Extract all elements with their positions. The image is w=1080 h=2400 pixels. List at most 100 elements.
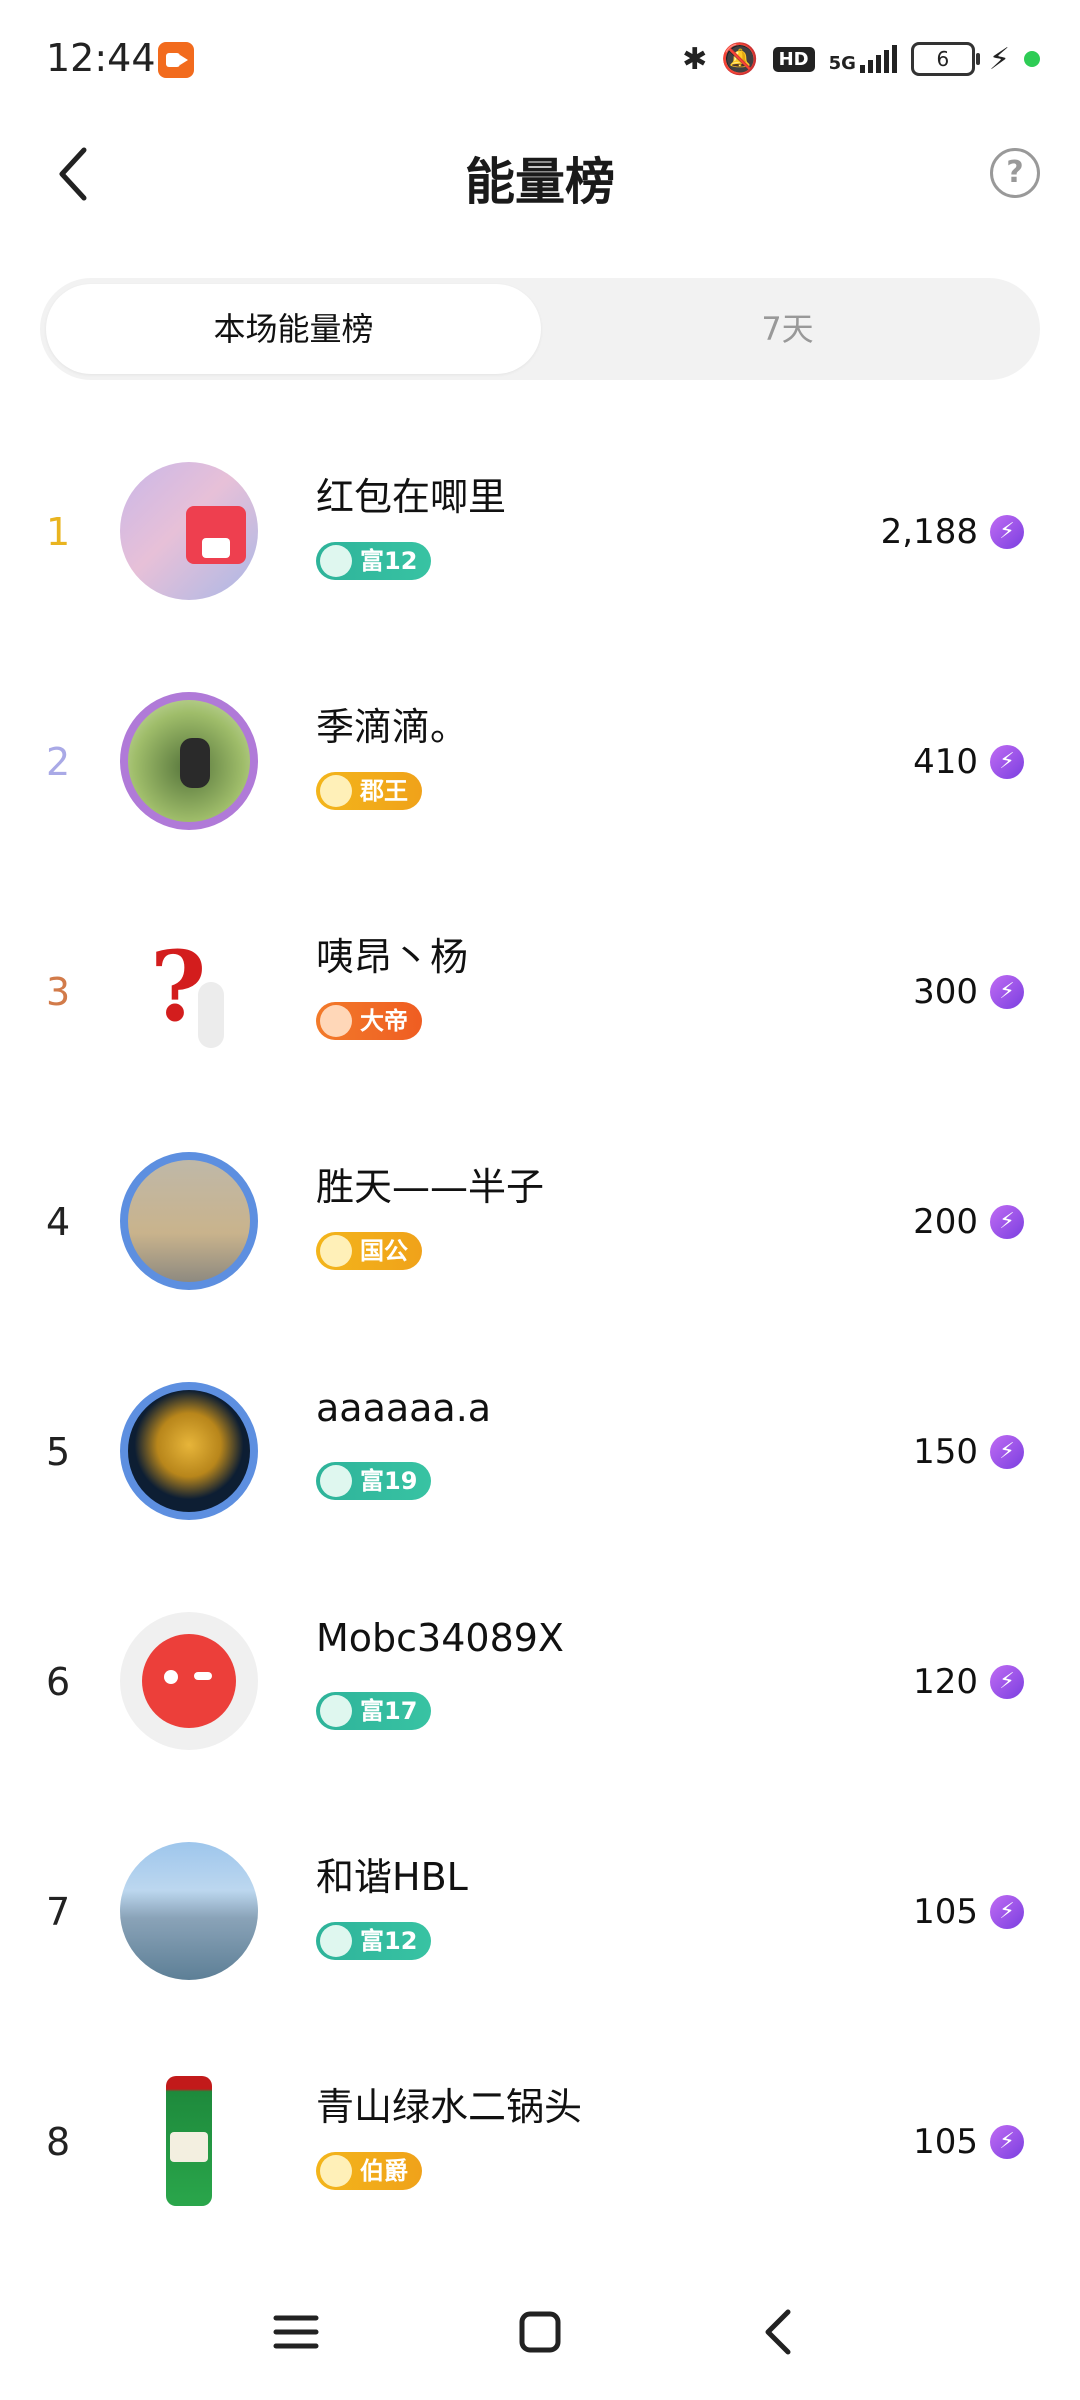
status-icons: ✱ 🔕 HD 5G 6 ⚡ xyxy=(682,36,1040,82)
badge-label: 富17 xyxy=(360,1697,418,1725)
list-item[interactable]: 6 Mobc34089X 富17 120 xyxy=(0,1570,1080,1800)
level-badge: 富19 xyxy=(316,1462,432,1500)
level-badge: 伯爵 xyxy=(316,2152,422,2190)
home-icon[interactable] xyxy=(510,2302,570,2362)
user-name: 和谐HBL xyxy=(316,1855,468,1899)
energy-score: 300 xyxy=(913,972,1024,1012)
rank-number: 4 xyxy=(46,1200,71,1244)
avatar[interactable] xyxy=(120,1612,258,1750)
list-item[interactable]: 3 ? 咦昂丶杨 大帝 300 xyxy=(0,880,1080,1110)
rank-number: 1 xyxy=(46,510,71,554)
rank-number: 8 xyxy=(46,2120,71,2164)
energy-score: 410 xyxy=(913,742,1024,782)
avatar[interactable] xyxy=(120,1842,258,1980)
score-value: 410 xyxy=(913,742,978,782)
screen-record-icon xyxy=(158,42,194,78)
system-nav-bar xyxy=(0,2260,1080,2400)
energy-score: 120 xyxy=(913,1662,1024,1702)
status-bar: 12:44 ✱ 🔕 HD 5G 6 ⚡ xyxy=(0,0,1080,120)
level-badge: 富12 xyxy=(316,542,432,580)
score-value: 2,188 xyxy=(880,512,978,552)
clock: 12:44 xyxy=(46,36,156,80)
battery-level: 6 xyxy=(936,47,950,71)
header: 能量榜 ? xyxy=(0,120,1080,230)
battery-icon: 6 xyxy=(910,42,980,76)
badge-label: 伯爵 xyxy=(360,2157,408,2185)
badge-label: 国公 xyxy=(360,1237,408,1265)
user-name: Mobc34089X xyxy=(316,1616,564,1660)
energy-icon xyxy=(990,1205,1024,1239)
avatar[interactable]: ? xyxy=(120,922,258,1060)
bluetooth-icon: ✱ xyxy=(682,41,708,77)
energy-icon xyxy=(990,745,1024,779)
avatar[interactable] xyxy=(120,462,258,600)
hd-icon: HD xyxy=(772,46,815,72)
score-value: 300 xyxy=(913,972,978,1012)
list-item[interactable]: 2 季滴滴。 郡王 410 xyxy=(0,650,1080,880)
energy-score: 150 xyxy=(913,1432,1024,1472)
user-name: 季滴滴。 xyxy=(316,705,469,749)
list-item[interactable]: 4 胜天——半子 国公 200 xyxy=(0,1110,1080,1340)
crown-icon xyxy=(320,1235,352,1267)
privacy-dot-icon xyxy=(1024,51,1040,67)
level-icon xyxy=(320,1695,352,1727)
energy-icon xyxy=(990,515,1024,549)
badge-label: 富12 xyxy=(360,547,418,575)
energy-score: 105 xyxy=(913,2122,1024,2162)
list-item[interactable]: 5 aaaaaa.a 富19 150 xyxy=(0,1340,1080,1570)
signal-icon: 5G xyxy=(829,45,897,73)
list-item[interactable]: 7 和谐HBL 富12 105 xyxy=(0,1800,1080,2030)
ranking-list: 1 红包在唧里 富12 2,188 2 季滴滴。 郡王 410 3 ? 咦昂丶杨… xyxy=(0,420,1080,2260)
score-value: 200 xyxy=(913,1202,978,1242)
help-icon[interactable]: ? xyxy=(990,148,1040,198)
energy-icon xyxy=(990,1895,1024,1929)
score-value: 105 xyxy=(913,1892,978,1932)
charging-icon: ⚡ xyxy=(988,41,1010,77)
level-icon xyxy=(320,1925,352,1957)
avatar[interactable] xyxy=(120,2072,258,2210)
user-name: aaaaaa.a xyxy=(316,1386,492,1430)
energy-icon xyxy=(990,1665,1024,1699)
level-badge: 国公 xyxy=(316,1232,422,1270)
level-icon xyxy=(320,545,352,577)
energy-score: 200 xyxy=(913,1202,1024,1242)
menu-icon[interactable] xyxy=(266,2302,326,2362)
energy-icon xyxy=(990,975,1024,1009)
energy-score: 105 xyxy=(913,1892,1024,1932)
user-name: 咦昂丶杨 xyxy=(316,935,469,979)
user-name: 红包在唧里 xyxy=(316,475,507,519)
badge-label: 富12 xyxy=(360,1927,418,1955)
tab-7-days[interactable]: 7天 xyxy=(540,284,1035,374)
energy-icon xyxy=(990,1435,1024,1469)
crown-icon xyxy=(320,2155,352,2187)
list-item[interactable]: 8 青山绿水二锅头 伯爵 105 xyxy=(0,2030,1080,2260)
rank-number: 7 xyxy=(46,1890,71,1934)
chevron-icon xyxy=(320,1005,352,1037)
level-badge: 郡王 xyxy=(316,772,422,810)
crown-icon xyxy=(320,775,352,807)
score-value: 150 xyxy=(913,1432,978,1472)
score-value: 105 xyxy=(913,2122,978,2162)
rank-number: 3 xyxy=(46,970,71,1014)
level-icon xyxy=(320,1465,352,1497)
list-item[interactable]: 1 红包在唧里 富12 2,188 xyxy=(0,420,1080,650)
avatar[interactable] xyxy=(120,692,258,830)
level-badge: 富17 xyxy=(316,1692,432,1730)
user-name: 胜天——半子 xyxy=(316,1165,545,1209)
avatar[interactable] xyxy=(120,1152,258,1290)
rank-number: 5 xyxy=(46,1430,71,1474)
score-value: 120 xyxy=(913,1662,978,1702)
back-nav-icon[interactable] xyxy=(750,2302,810,2362)
mute-icon: 🔕 xyxy=(721,41,759,77)
rank-number: 6 xyxy=(46,1660,71,1704)
level-badge: 富12 xyxy=(316,1922,432,1960)
ranking-tabs: 本场能量榜 7天 xyxy=(40,278,1040,380)
tab-current-session[interactable]: 本场能量榜 xyxy=(46,284,541,374)
level-badge: 大帝 xyxy=(316,1002,422,1040)
avatar[interactable] xyxy=(120,1382,258,1520)
energy-icon xyxy=(990,2125,1024,2159)
badge-label: 郡王 xyxy=(360,777,408,805)
page-title: 能量榜 xyxy=(465,153,615,211)
network-type: 5G xyxy=(828,53,856,74)
energy-score: 2,188 xyxy=(881,512,1024,552)
